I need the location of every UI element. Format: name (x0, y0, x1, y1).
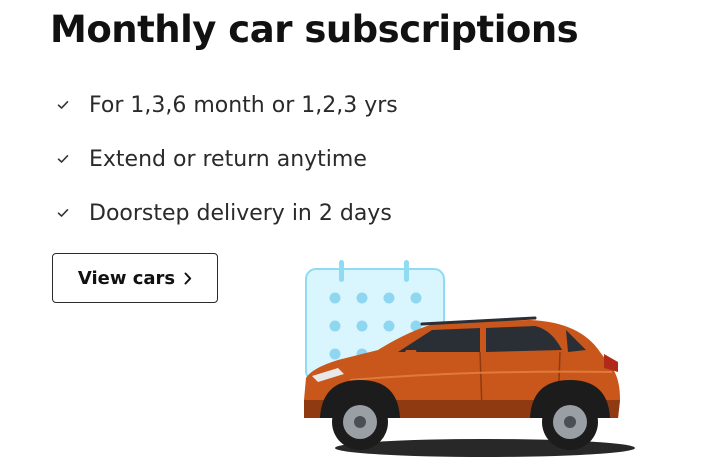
list-item: Doorstep delivery in 2 days (56, 186, 398, 240)
list-item: Extend or return anytime (56, 132, 398, 186)
feature-text: For 1,3,6 month or 1,2,3 yrs (89, 92, 398, 118)
feature-text: Doorstep delivery in 2 days (89, 200, 392, 226)
list-item: For 1,3,6 month or 1,2,3 yrs (56, 78, 398, 132)
check-icon (56, 98, 70, 112)
check-icon (56, 206, 70, 220)
subscription-card: Monthly car subscriptions For 1,3,6 mont… (0, 0, 710, 467)
feature-list: For 1,3,6 month or 1,2,3 yrs Extend or r… (56, 78, 398, 240)
view-cars-button[interactable]: View cars (52, 253, 218, 303)
chevron-right-icon (184, 272, 192, 285)
page-title: Monthly car subscriptions (50, 8, 579, 51)
check-icon (56, 152, 70, 166)
feature-text: Extend or return anytime (89, 146, 367, 172)
car-illustration (304, 260, 635, 457)
view-cars-label: View cars (77, 267, 176, 289)
